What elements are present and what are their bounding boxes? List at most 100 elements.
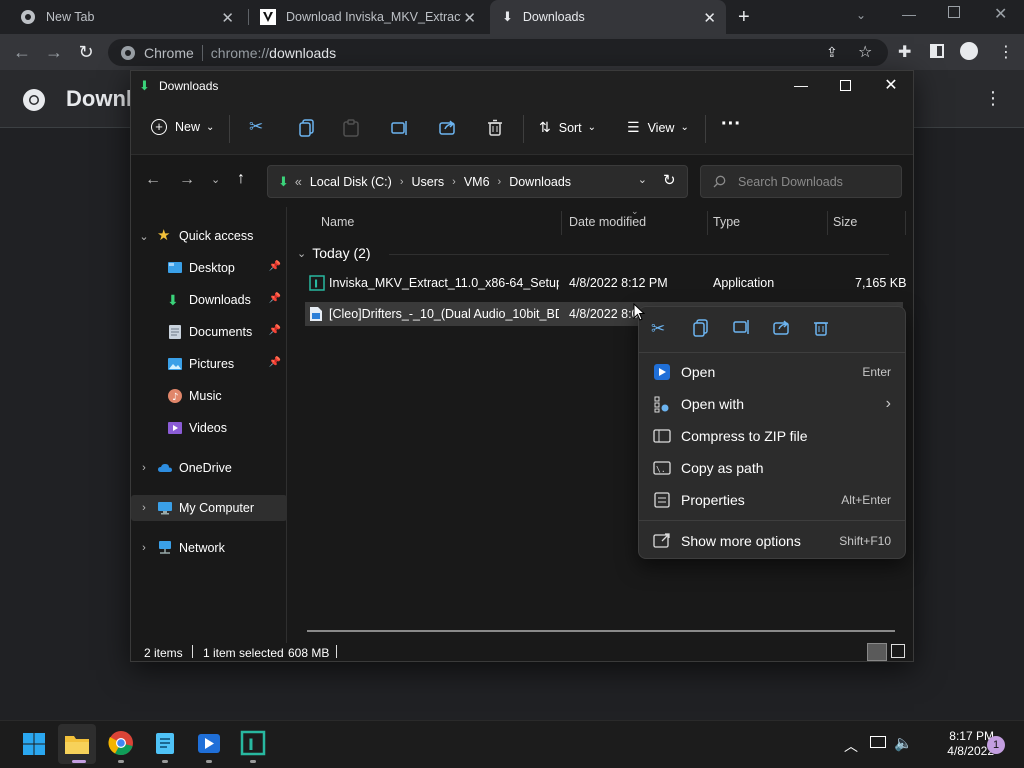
- chevron-right-icon[interactable]: ›: [137, 502, 151, 514]
- new-tab-button[interactable]: +: [738, 6, 750, 29]
- close-icon[interactable]: ✕: [463, 9, 476, 27]
- rename-icon[interactable]: [391, 120, 409, 136]
- nav-item-music[interactable]: ♪ Music: [131, 383, 287, 409]
- crumb-users[interactable]: Users: [412, 175, 445, 189]
- chevron-down-icon[interactable]: ⌄: [638, 173, 647, 186]
- menu-item-properties[interactable]: Properties Alt+Enter: [645, 485, 899, 515]
- close-icon[interactable]: ✕: [703, 9, 716, 27]
- system-clock[interactable]: 8:17 PM 4/8/2022: [916, 729, 994, 759]
- group-header-today[interactable]: ⌄ Today (2): [297, 245, 371, 261]
- nav-item-desktop[interactable]: Desktop 📌: [131, 255, 287, 281]
- notepad-icon[interactable]: [152, 730, 180, 758]
- inviska-app-icon[interactable]: I: [240, 730, 268, 758]
- share-icon[interactable]: [773, 319, 795, 341]
- forward-arrow-icon[interactable]: →: [179, 171, 195, 189]
- rename-icon[interactable]: [733, 319, 755, 341]
- column-header-date[interactable]: Date modified: [569, 215, 646, 229]
- tray-chevron-up-icon[interactable]: ︿: [844, 736, 858, 756]
- bookmark-star-icon[interactable]: ☆: [858, 42, 872, 62]
- tiles-view-icon[interactable]: [891, 644, 905, 658]
- pin-icon[interactable]: 📌: [269, 357, 281, 368]
- side-panel-icon[interactable]: [930, 44, 944, 58]
- paste-icon[interactable]: [343, 119, 359, 137]
- up-arrow-icon[interactable]: ↑: [237, 170, 245, 188]
- network-tray-icon[interactable]: [870, 736, 886, 748]
- table-row[interactable]: I Inviska_MKV_Extract_11.0_x86-64_Setup.…: [305, 271, 906, 295]
- view-button[interactable]: ☰ View ⌄: [627, 119, 689, 136]
- search-input[interactable]: Search Downloads: [700, 165, 902, 198]
- recent-chevron-icon[interactable]: ⌄: [211, 173, 220, 186]
- media-player-icon[interactable]: [196, 730, 224, 758]
- column-divider[interactable]: [827, 211, 828, 235]
- start-windows-icon[interactable]: [20, 730, 48, 758]
- share-icon[interactable]: ⇪: [826, 44, 838, 61]
- menu-item-show-more[interactable]: Show more options Shift+F10: [645, 526, 899, 556]
- page-menu-icon[interactable]: ⋮: [984, 88, 1002, 109]
- breadcrumb[interactable]: ⬇ « Local Disk (C:) › Users › VM6 › Down…: [267, 165, 688, 198]
- nav-onedrive[interactable]: › OneDrive: [131, 455, 287, 481]
- menu-item-compress-zip[interactable]: Compress to ZIP file: [645, 421, 899, 451]
- crumb-local-disk[interactable]: Local Disk (C:): [310, 175, 392, 189]
- chevron-down-icon[interactable]: ⌄: [137, 230, 151, 243]
- tab-download-inviska[interactable]: Download Inviska_MKV_Extract_1 ✕: [248, 0, 486, 34]
- chrome-menu-icon[interactable]: ⋮: [998, 42, 1014, 62]
- address-bar[interactable]: Chrome chrome:// downloads: [108, 39, 888, 66]
- forward-arrow-icon[interactable]: →: [44, 42, 64, 62]
- close-icon[interactable]: ✕: [221, 9, 234, 27]
- column-divider[interactable]: [905, 211, 906, 235]
- copy-icon[interactable]: [299, 119, 315, 137]
- crumb-downloads[interactable]: Downloads: [509, 175, 571, 189]
- refresh-icon[interactable]: ↻: [663, 171, 676, 189]
- back-arrow-icon[interactable]: ←: [12, 42, 32, 62]
- tab-new-tab[interactable]: New Tab ✕: [8, 0, 244, 34]
- details-view-icon[interactable]: [867, 643, 887, 661]
- reload-icon[interactable]: ↻: [76, 42, 96, 62]
- notification-badge[interactable]: 1: [987, 736, 1005, 754]
- back-arrow-icon[interactable]: ←: [145, 171, 161, 189]
- crumb-vm6[interactable]: VM6: [464, 175, 490, 189]
- restore-button[interactable]: [948, 6, 960, 18]
- close-window-button[interactable]: ✕: [994, 4, 1007, 24]
- breadcrumb-overflow[interactable]: «: [295, 175, 302, 189]
- tab-search-chevron-icon[interactable]: ⌄: [856, 8, 866, 22]
- chrome-taskbar-icon[interactable]: [108, 730, 136, 758]
- chevron-right-icon[interactable]: ›: [137, 462, 151, 474]
- new-button[interactable]: + New ⌄: [151, 119, 214, 135]
- delete-trash-icon[interactable]: [813, 319, 835, 341]
- extensions-puzzle-icon[interactable]: ✚: [898, 42, 911, 62]
- share-icon[interactable]: [439, 119, 457, 135]
- pin-icon[interactable]: 📌: [269, 293, 281, 304]
- column-divider[interactable]: [707, 211, 708, 235]
- menu-item-open-with[interactable]: Open with ›: [645, 389, 899, 419]
- nav-network[interactable]: › Network: [131, 535, 287, 561]
- menu-item-copy-as-path[interactable]: \. Copy as path: [645, 453, 899, 483]
- horizontal-scrollbar[interactable]: [307, 630, 895, 632]
- delete-trash-icon[interactable]: [487, 119, 503, 137]
- column-divider[interactable]: [561, 211, 562, 235]
- nav-item-downloads[interactable]: ⬇ Downloads 📌: [131, 287, 287, 313]
- nav-quick-access[interactable]: ⌄ ★ Quick access: [131, 223, 287, 249]
- volume-icon[interactable]: 🔈: [894, 734, 913, 752]
- maximize-button[interactable]: [840, 80, 851, 91]
- nav-item-videos[interactable]: Videos: [131, 415, 287, 441]
- sort-button[interactable]: ⇅ Sort ⌄: [539, 119, 596, 136]
- copy-icon[interactable]: [693, 319, 715, 341]
- minimize-button[interactable]: —: [902, 6, 916, 22]
- pin-icon[interactable]: 📌: [269, 261, 281, 272]
- profile-avatar[interactable]: [960, 42, 978, 60]
- chevron-right-icon[interactable]: ›: [137, 542, 151, 554]
- column-header-type[interactable]: Type: [713, 215, 740, 229]
- tab-downloads[interactable]: ⬇ Downloads ✕: [490, 0, 726, 34]
- nav-my-computer[interactable]: › My Computer: [131, 495, 287, 521]
- pin-icon[interactable]: 📌: [269, 325, 281, 336]
- minimize-button[interactable]: —: [791, 77, 811, 97]
- file-explorer-folder-icon[interactable]: [63, 730, 91, 758]
- cut-icon[interactable]: ✂: [651, 319, 673, 341]
- column-header-size[interactable]: Size: [833, 215, 857, 229]
- nav-item-documents[interactable]: Documents 📌: [131, 319, 287, 345]
- more-options-icon[interactable]: ···: [721, 113, 741, 136]
- column-header-name[interactable]: Name: [321, 215, 354, 229]
- cut-icon[interactable]: ✂: [249, 117, 263, 137]
- nav-item-pictures[interactable]: Pictures 📌: [131, 351, 287, 377]
- close-window-button[interactable]: ✕: [881, 75, 901, 95]
